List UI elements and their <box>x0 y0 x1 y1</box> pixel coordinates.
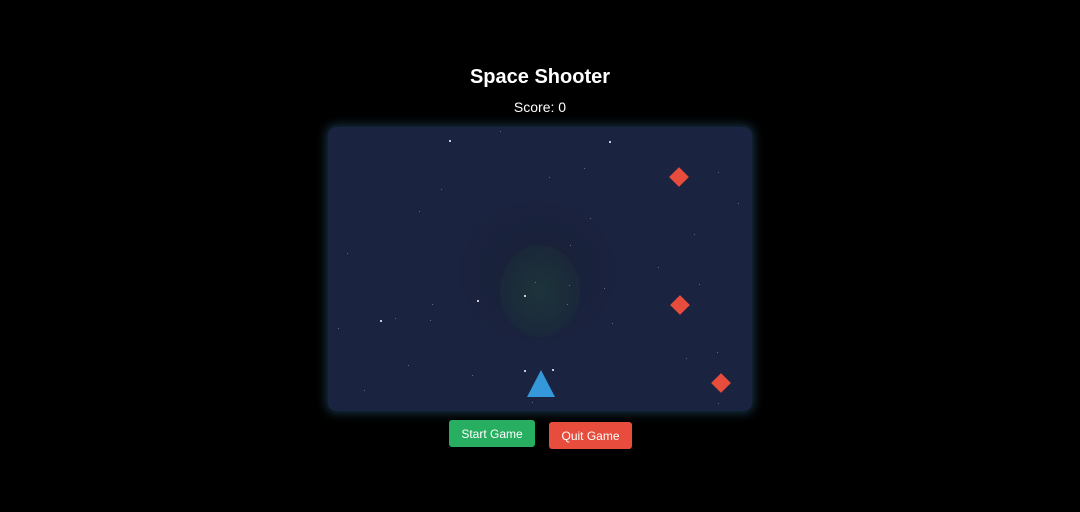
star <box>432 304 433 305</box>
star <box>532 402 533 403</box>
star <box>717 352 718 353</box>
star <box>570 245 571 246</box>
star <box>658 267 659 268</box>
star <box>694 234 695 235</box>
star <box>524 370 526 372</box>
star <box>718 172 719 173</box>
star <box>395 318 396 319</box>
star <box>380 320 382 322</box>
enemy-diamond <box>711 373 731 393</box>
star <box>569 285 570 286</box>
star <box>347 253 348 254</box>
enemy-diamond <box>669 167 689 187</box>
star <box>549 177 550 178</box>
score-value: 0 <box>558 99 567 115</box>
star <box>609 141 611 143</box>
enemy-diamond <box>670 295 690 315</box>
game-title: Space Shooter <box>469 66 611 88</box>
start-game-button[interactable]: Start Game <box>449 420 535 447</box>
star <box>699 284 700 285</box>
star <box>604 288 605 289</box>
star <box>364 390 365 391</box>
nebula-core <box>500 245 580 337</box>
star <box>612 323 613 324</box>
game-canvas[interactable] <box>328 127 752 411</box>
star <box>430 320 431 321</box>
star <box>500 131 501 132</box>
star <box>441 189 442 190</box>
player-ship <box>527 370 555 397</box>
quit-game-button[interactable]: Quit Game <box>549 422 632 449</box>
star <box>477 300 479 302</box>
star <box>419 211 420 212</box>
star <box>567 304 568 305</box>
score-display: Score: 0 <box>0 99 1080 115</box>
star <box>338 328 339 329</box>
star <box>524 295 526 297</box>
game-page: Space Shooter Score: 0 Start Game Quit G… <box>0 0 1080 512</box>
star <box>738 203 739 204</box>
star <box>472 375 473 376</box>
score-label: Score: <box>513 99 555 115</box>
star <box>718 403 719 404</box>
star <box>686 358 687 359</box>
star <box>584 168 585 169</box>
star <box>408 365 409 366</box>
star <box>535 282 536 283</box>
star <box>590 218 591 219</box>
star <box>449 140 451 142</box>
